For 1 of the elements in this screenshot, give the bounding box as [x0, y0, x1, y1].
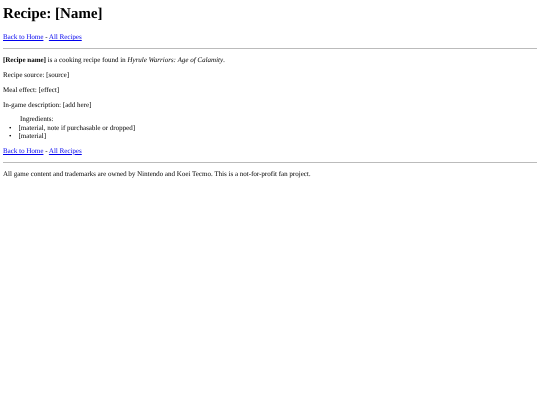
page-title: Recipe: [Name] — [3, 6, 104, 23]
